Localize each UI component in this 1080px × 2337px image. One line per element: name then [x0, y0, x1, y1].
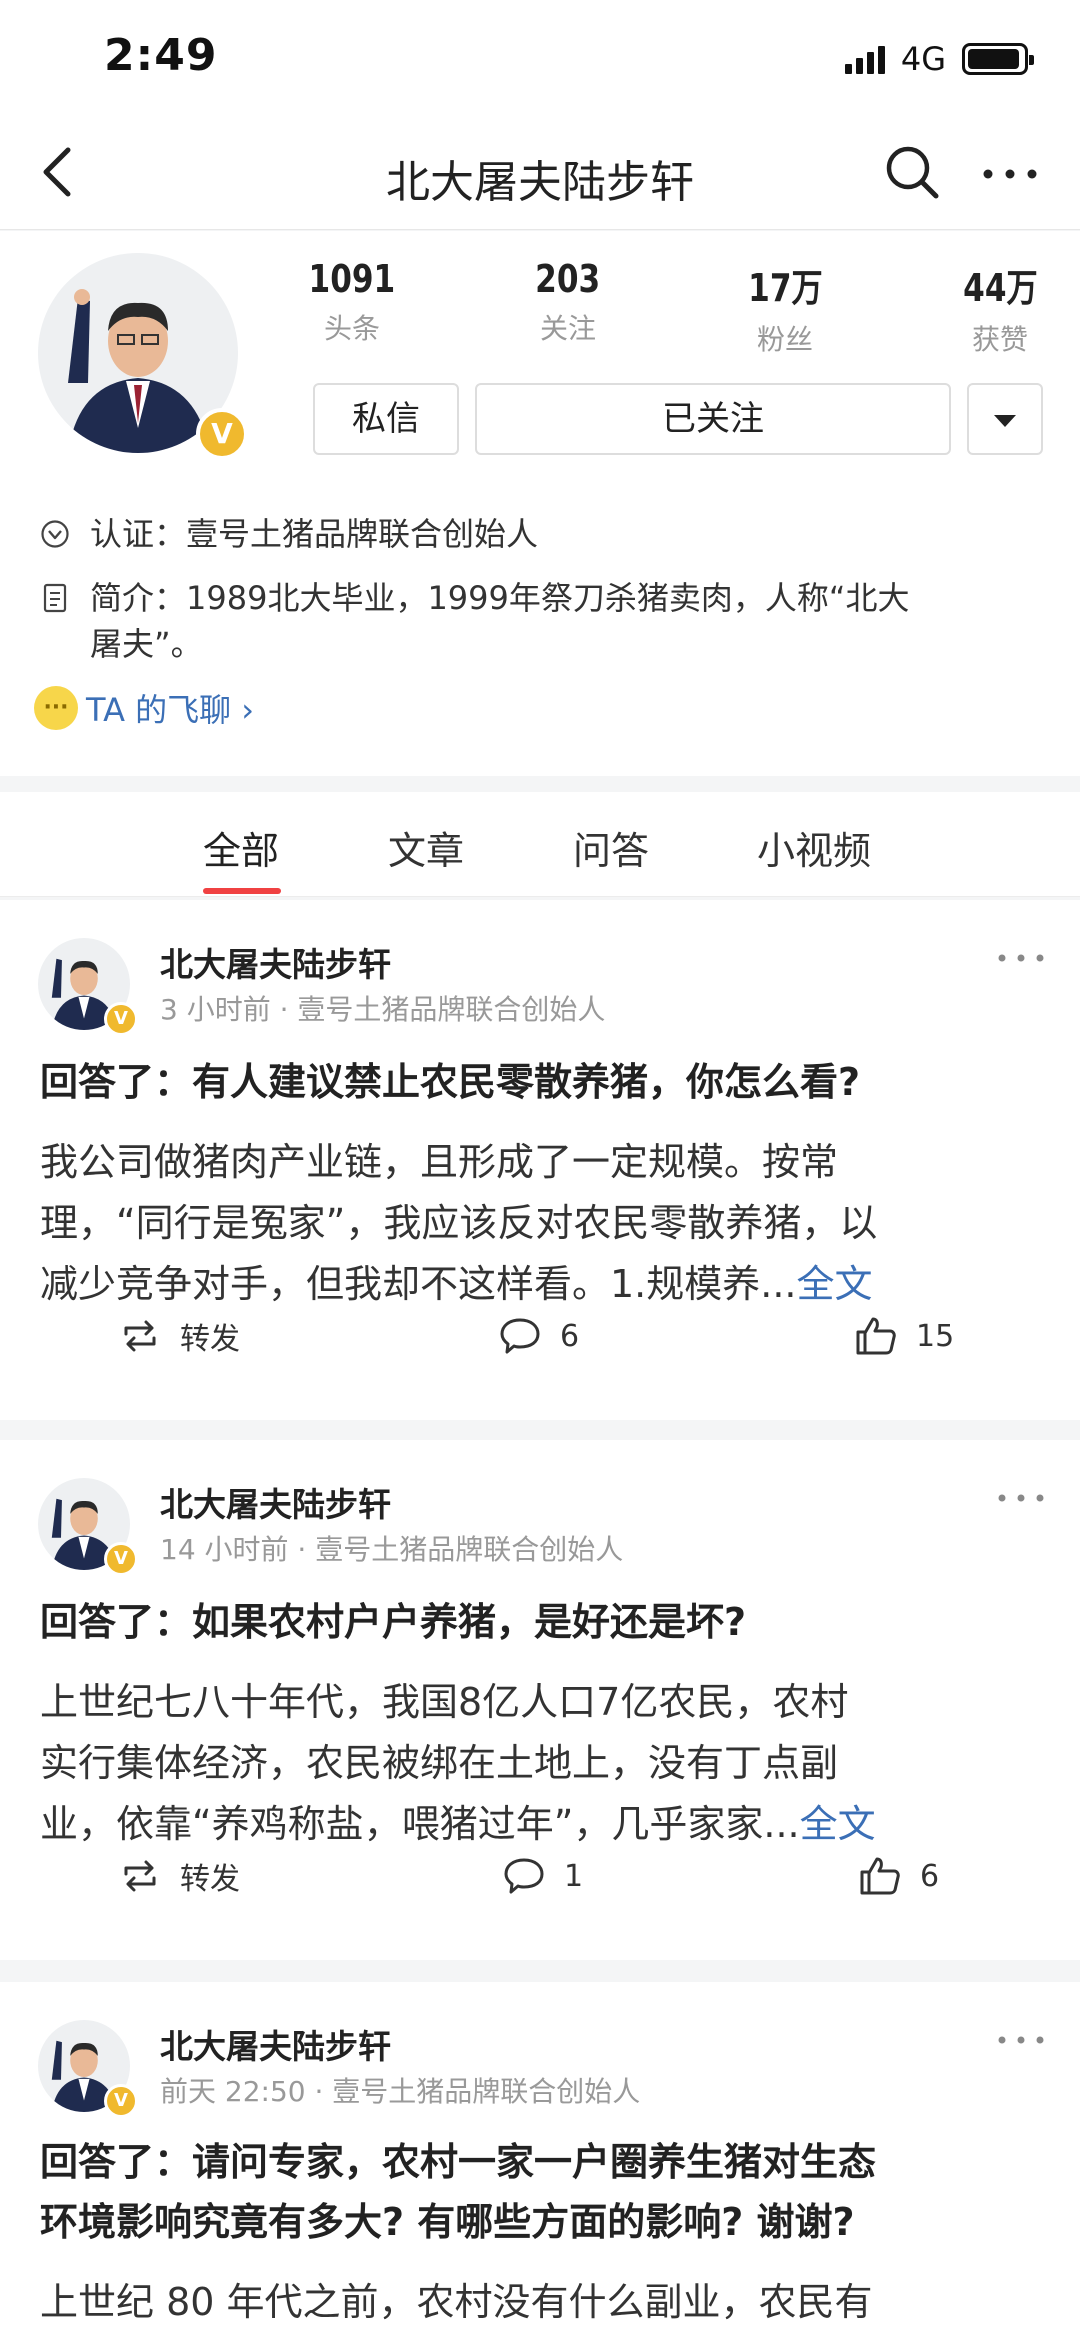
post-body[interactable]: 我公司做猪肉产业链，且形成了一定规模。按常 理，“同行是冤家”，我应该反对农民零…: [40, 1132, 1050, 1315]
verified-badge-icon: V: [104, 1002, 138, 1036]
certification-text: 认证：壹号土猪品牌联合创始人: [90, 515, 539, 553]
stat-articles[interactable]: 1091 头条: [282, 257, 422, 347]
tab-all[interactable]: 全部: [203, 820, 279, 875]
post-body-line: 减少竞争对手，但我却不这样看。1.规模养...: [40, 1262, 797, 1306]
post-card[interactable]: V 北大屠夫陆步轩 3 小时前 · 壹号土猪品牌联合创始人 回答了：有人建议禁止…: [0, 900, 1080, 1420]
post-title[interactable]: 回答了：请问专家，农村一家一户圈养生猪对生态 环境影响究竟有多大? 有哪些方面的…: [40, 2132, 1050, 2252]
post-author[interactable]: 北大屠夫陆步轩: [160, 938, 391, 986]
stat-value: 17万: [747, 266, 823, 310]
stat-likes[interactable]: 44万 获赞: [930, 257, 1070, 358]
repost-button[interactable]: 转发: [118, 1314, 240, 1358]
post-title[interactable]: 回答了：有人建议禁止农民零散养猪，你怎么看?: [40, 1052, 1050, 1112]
battery-icon: [962, 43, 1034, 75]
intro-text-line1: 简介：1989北大毕业，1999年祭刀杀猪卖肉，人称“北大: [90, 579, 910, 617]
stat-value: 203: [535, 257, 601, 301]
post-card[interactable]: V 北大屠夫陆步轩 14 小时前 · 壹号土猪品牌联合创始人 回答了：如果农村户…: [0, 1440, 1080, 1960]
feiliao-link[interactable]: ··· TA 的飞聊 ›: [34, 685, 254, 731]
repost-icon: [124, 1860, 156, 1892]
stat-value: 44万: [962, 266, 1038, 310]
message-button[interactable]: 私信: [313, 383, 459, 455]
read-more-link[interactable]: 全文: [797, 1262, 873, 1306]
verified-badge-icon: V: [196, 408, 248, 460]
thumbs-up-icon: [856, 1317, 896, 1355]
status-indicators: 4G: [844, 40, 1034, 78]
post-avatar[interactable]: V: [38, 1478, 138, 1576]
like-count: 15: [916, 1318, 955, 1354]
post-title-line: 环境影响究竟有多大? 有哪些方面的影响? 谢谢?: [40, 2200, 855, 2244]
stat-label: 粉丝: [756, 323, 813, 356]
post-body-line: 上世纪 80 年代之前，农村没有什么副业，农民有: [40, 2280, 873, 2324]
repost-icon: [124, 1320, 156, 1352]
post-body-line: 实行集体经济，农民被绑在土地上，没有丁点副: [40, 1741, 839, 1785]
verified-check-icon: [41, 520, 69, 548]
repost-label: 转发: [180, 1322, 240, 1357]
comment-count: 1: [564, 1858, 584, 1894]
post-body-line: 我公司做猪肉产业链，且形成了一定规模。按常: [40, 1140, 839, 1184]
feiliao-label: TA 的飞聊 ›: [86, 691, 255, 729]
post-title-line: 回答了：请问专家，农村一家一户圈养生猪对生态: [40, 2140, 877, 2184]
network-type: 4G: [900, 40, 946, 78]
post-body-line: 上世纪七八十年代，我国8亿人口7亿农民，农村: [40, 1680, 849, 1724]
stat-label: 头条: [323, 312, 380, 345]
post-author[interactable]: 北大屠夫陆步轩: [160, 2020, 391, 2068]
stat-value: 1091: [308, 257, 396, 301]
stat-following[interactable]: 203 关注: [498, 257, 638, 347]
caret-down-icon: [994, 414, 1016, 427]
comment-count: 6: [560, 1318, 580, 1354]
active-tab-indicator: [203, 888, 281, 894]
verified-badge-icon: V: [104, 2084, 138, 2118]
comment-button[interactable]: 6: [498, 1314, 579, 1358]
more-icon[interactable]: [980, 142, 1040, 202]
status-bar: 2:49 4G: [0, 0, 1080, 120]
intro-text-line2: 屠夫”。: [90, 625, 203, 663]
post-avatar[interactable]: V: [38, 938, 138, 1036]
post-body-line: 业，依靠“养鸡称盐，喂猪过年”，几乎家家...: [40, 1802, 800, 1846]
thumbs-up-icon: [860, 1857, 900, 1895]
like-count: 6: [920, 1858, 940, 1894]
tab-short-video[interactable]: 小视频: [757, 820, 871, 875]
stat-fans[interactable]: 17万 粉丝: [715, 257, 855, 358]
avatar[interactable]: V: [38, 253, 248, 463]
document-icon: [43, 583, 67, 613]
search-icon[interactable]: [882, 142, 942, 202]
post-avatar[interactable]: V: [38, 2020, 138, 2118]
read-more-link[interactable]: 全文: [800, 1802, 876, 1846]
post-body[interactable]: 上世纪七八十年代，我国8亿人口7亿农民，农村 实行集体经济，农民被绑在土地上，没…: [40, 1672, 1050, 1855]
post-actions: 转发 6 15: [0, 1314, 1080, 1374]
chat-bubble-icon: ···: [34, 686, 78, 730]
tab-articles[interactable]: 文章: [388, 820, 464, 875]
post-card[interactable]: V 北大屠夫陆步轩 前天 22:50 · 壹号土猪品牌联合创始人 回答了：请问专…: [0, 1982, 1080, 2337]
content-tabs: 全部 文章 问答 小视频: [0, 792, 1080, 897]
stat-label: 获赞: [971, 323, 1028, 356]
status-time: 2:49: [104, 30, 218, 81]
post-meta: 前天 22:50 · 壹号土猪品牌联合创始人: [160, 2075, 641, 2108]
comment-button[interactable]: 1: [502, 1854, 583, 1898]
post-body[interactable]: 上世纪 80 年代之前，农村没有什么副业，农民有: [40, 2272, 1050, 2333]
like-button[interactable]: 6: [858, 1854, 939, 1898]
post-meta: 3 小时前 · 壹号土猪品牌联合创始人: [160, 993, 606, 1026]
post-more-icon[interactable]: [996, 1488, 1046, 1508]
nav-bar: 北大屠夫陆步轩: [0, 120, 1080, 230]
post-more-icon[interactable]: [996, 948, 1046, 968]
signal-icon: [844, 44, 885, 74]
repost-label: 转发: [180, 1862, 240, 1897]
comment-icon: [504, 1858, 544, 1894]
post-author[interactable]: 北大屠夫陆步轩: [160, 1478, 391, 1526]
more-dropdown-button[interactable]: [967, 383, 1043, 455]
post-meta: 14 小时前 · 壹号土猪品牌联合创始人: [160, 1533, 624, 1566]
post-title[interactable]: 回答了：如果农村户户养猪，是好还是坏?: [40, 1592, 1050, 1652]
like-button[interactable]: 15: [854, 1314, 954, 1358]
profile-card: V 1091 头条 203 关注 17万 粉丝 44万 获赞 私信 已关注 认证…: [0, 231, 1080, 776]
comment-icon: [500, 1318, 540, 1354]
verified-badge-icon: V: [104, 1542, 138, 1576]
followed-button[interactable]: 已关注: [475, 383, 951, 455]
post-more-icon[interactable]: [996, 2030, 1046, 2050]
post-actions: 转发 1 6: [0, 1854, 1080, 1914]
tab-qa[interactable]: 问答: [573, 820, 649, 875]
stat-label: 关注: [539, 312, 596, 345]
repost-button[interactable]: 转发: [118, 1854, 240, 1898]
post-body-line: 理，“同行是冤家”，我应该反对农民零散养猪，以: [40, 1201, 878, 1245]
